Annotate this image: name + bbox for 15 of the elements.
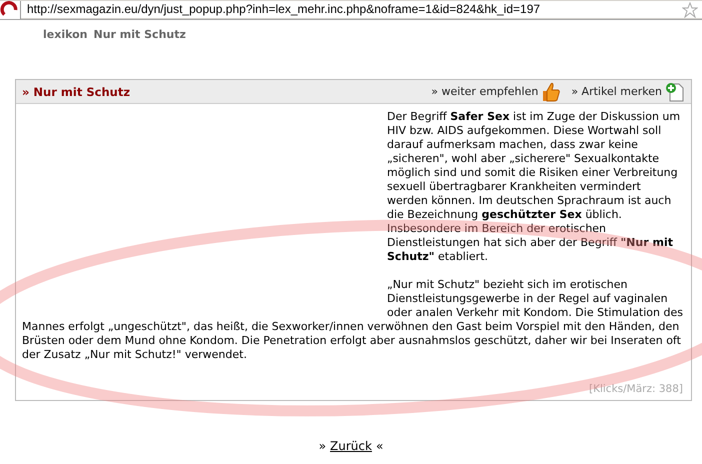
click-count: [Klicks/März: 388] xyxy=(588,383,683,395)
bookmark-link[interactable]: » Artikel merken xyxy=(571,82,685,102)
back-arrow: » xyxy=(318,439,326,453)
recommend-link[interactable]: » weiter empfehlen xyxy=(431,80,562,102)
add-page-icon xyxy=(665,82,685,102)
article-title: » Nur mit Schutz xyxy=(22,84,132,98)
article-paragraph: „Nur mit Schutz" bezieht sich im erotischen Dienstleistungsgewerbe in der Regel auf vaginalen oder analen Verkehr mit Kondom. Die Stimulation des Mannes erfolgt „ungeschützt", das heißt, die Sexworker/innen verwöhnen den Gast beim Vorspiel mit den Händen, den Brüsten oder dem Mund ohne Kondom. Die Penetration erfolgt aber ausnahmslos geschützt, daher wir bei Inseraten oft der Zusatz „Nur mit Schutz!" verwendet. xyxy=(22,278,683,362)
thumbs-up-icon xyxy=(541,80,562,102)
breadcrumb-item: Nur mit Schutz xyxy=(94,28,186,43)
article-paragraph: Der Begriff Safer Sex ist im Zuge der Diskussion um HIV bzw. AIDS aufgekommen. Diese Wortwahl soll darauf aufmerksam machen, dass zwar keine „sicheren", wohl aber „sicherere" Sexualkontakte möglich sind und somit die Risiken einer Verbreitung sexuell übertragbarer Krankheiten vermindert werden können. Im deutschen Sprachraum ist auch die Bezeichnung geschützter Sex üblich. Insbesondere im Bereich der erotischen Dienstleistungen hat sich aber der Begriff "Nur mit Schutz" etabliert. xyxy=(386,110,682,264)
back-arrow: « xyxy=(376,439,384,453)
breadcrumb-item: lexikon xyxy=(43,28,88,43)
address-field[interactable]: http://sexmagazin.eu/dyn/just_popup.php?inh=lex_mehr.inc.php&noframe=1&id=824&hk_id=197 xyxy=(21,1,678,18)
star-icon[interactable] xyxy=(682,2,698,18)
back-link[interactable]: Zurück xyxy=(330,439,372,453)
